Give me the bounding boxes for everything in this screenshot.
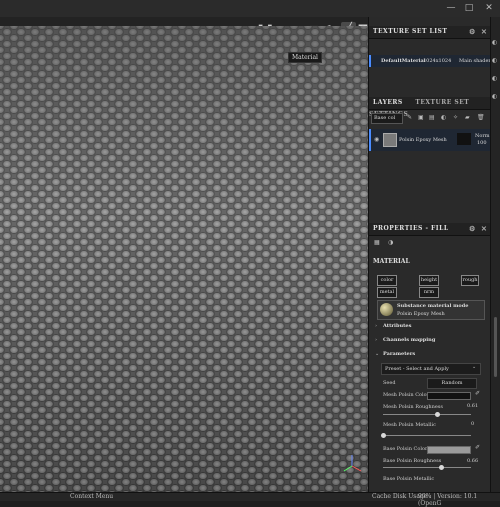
layers-header: LAYERS TEXTURE SET SETTINGS xyxy=(369,97,491,118)
texture-set-list-header: TEXTURE SET LIST ⚙ ✕ xyxy=(369,26,491,39)
chevron-right-icon[interactable]: › xyxy=(375,323,377,329)
version-label: 99% | Version: 10.1 (OpenG xyxy=(418,493,478,507)
substance-material-box[interactable]: Substance material mode Polsin Epoxy Mes… xyxy=(377,300,485,320)
blend-mode[interactable]: Norm xyxy=(475,133,490,139)
fill-tab-icon[interactable]: ▦ xyxy=(374,239,380,246)
fill-layer-icon[interactable]: ▤ xyxy=(429,114,435,121)
chip-metal[interactable]: metal xyxy=(377,287,397,298)
settings-icon[interactable]: ⚙ xyxy=(469,223,476,235)
scrollbar[interactable] xyxy=(494,317,497,377)
maximize-button[interactable]: □ xyxy=(462,2,476,14)
chevron-down-icon[interactable]: ⌄ xyxy=(375,351,379,357)
chip-rough[interactable]: rough xyxy=(461,275,479,286)
texture-set-item[interactable]: DefaultMaterial 1024x1024 Main shader xyxy=(369,55,493,67)
context-menu-label[interactable]: Context Menu xyxy=(70,493,113,500)
folder-icon[interactable]: ▰ xyxy=(465,114,470,121)
layers-toolbar: Base col ✎ ▣ ▤ ◐ ✧ ▰ 🗑 xyxy=(371,113,491,125)
mesh-metallic-slider[interactable] xyxy=(383,435,471,436)
slider-knob[interactable] xyxy=(439,465,445,470)
substance-title: Substance material mode xyxy=(397,303,469,309)
attributes-section[interactable]: Attributes xyxy=(383,323,411,329)
right-panel: TEXTURE SET LIST ⚙ ✕ DefaultMaterial 102… xyxy=(368,17,493,492)
channels-mapping-section[interactable]: Channels mapping xyxy=(383,337,435,343)
mesh-color-swatch[interactable] xyxy=(427,392,471,400)
dock-icon[interactable]: ◐ xyxy=(492,93,497,100)
seed-random-button[interactable]: Random xyxy=(427,378,477,389)
mesh-roughness-slider[interactable] xyxy=(383,414,471,415)
param-value[interactable]: 0.61 xyxy=(467,403,478,409)
settings-icon[interactable]: ⚙ xyxy=(469,26,476,38)
properties-title: PROPERTIES - FILL xyxy=(373,225,449,232)
substance-name: Polsin Epoxy Mesh xyxy=(397,311,445,317)
preset-select[interactable]: Preset - Select and Apply ⌄ xyxy=(381,363,481,375)
slider-knob[interactable] xyxy=(434,412,440,417)
material-tab-icon[interactable]: ◑ xyxy=(388,239,393,246)
minimize-button[interactable]: — xyxy=(444,2,458,14)
material-section-title: MATERIAL xyxy=(373,258,410,265)
delete-icon[interactable]: 🗑 xyxy=(477,114,485,121)
visibility-eye-icon[interactable]: ◉ xyxy=(374,136,379,143)
param-label: Mesh Polsin Roughness xyxy=(383,404,443,410)
properties-header: PROPERTIES - FILL ⚙ ✕ xyxy=(369,223,491,236)
texture-set-shader[interactable]: Main shader xyxy=(459,58,491,64)
chevron-down-icon: ⌄ xyxy=(472,364,477,370)
texture-set-name: DefaultMaterial xyxy=(381,58,426,64)
param-value[interactable]: 0 xyxy=(471,421,474,427)
dock-icon[interactable]: ◐ xyxy=(492,75,497,82)
texture-set-list-title: TEXTURE SET LIST xyxy=(373,28,448,35)
chevron-right-icon[interactable]: › xyxy=(375,337,377,343)
tooltip: Material xyxy=(288,52,322,63)
mask-thumbnail xyxy=(457,133,471,145)
slider-knob[interactable] xyxy=(381,433,386,438)
chip-height[interactable]: height xyxy=(419,275,439,286)
material-preview-icon xyxy=(380,303,393,316)
effect-icon[interactable]: ✧ xyxy=(453,114,458,121)
base-color-swatch[interactable] xyxy=(427,446,471,454)
mask-icon[interactable]: ◐ xyxy=(441,114,446,121)
dock-icon[interactable]: ◐ xyxy=(492,57,497,64)
side-toolbar: ◐ ◐ ◐ ◐ xyxy=(490,17,500,492)
brush-icon[interactable]: ✎ xyxy=(407,114,412,121)
param-label: Mesh Polsin Metallic xyxy=(383,422,436,428)
layer-opacity[interactable]: 100 xyxy=(477,140,487,146)
base-roughness-slider[interactable] xyxy=(383,467,471,468)
paint-layer-icon[interactable]: ▣ xyxy=(418,114,424,121)
layer-name[interactable]: Polsin Epoxy Mesh xyxy=(399,137,447,143)
preset-label: Preset - Select and Apply xyxy=(385,366,449,372)
param-value[interactable]: 0.66 xyxy=(467,458,478,464)
dock-icon[interactable]: ◐ xyxy=(492,39,497,46)
color-picker-icon[interactable]: ✐ xyxy=(475,390,480,397)
param-label: Base Polsin Color xyxy=(383,446,428,452)
channel-select[interactable]: Base col xyxy=(371,113,403,124)
window-title-bar: — □ ✕ xyxy=(0,0,500,18)
param-label: Mesh Polsin Color xyxy=(383,392,430,398)
param-label: Base Polsin Metallic xyxy=(383,476,435,482)
tab-layers[interactable]: LAYERS xyxy=(373,99,403,106)
close-window-button[interactable]: ✕ xyxy=(482,2,496,14)
chip-nrm[interactable]: nrm xyxy=(419,287,439,298)
close-icon[interactable]: ✕ xyxy=(481,26,487,38)
layer-thumbnail xyxy=(383,133,397,147)
seed-label: Seed xyxy=(383,380,396,386)
axis-gizmo-icon xyxy=(343,455,362,472)
texture-set-resolution: 1024x1024 xyxy=(423,58,452,64)
param-label: Base Polsin Roughness xyxy=(383,458,442,464)
layer-row[interactable]: ◉ Polsin Epoxy Mesh Norm 100 xyxy=(369,129,493,151)
close-icon[interactable]: ✕ xyxy=(481,223,487,235)
3d-viewport[interactable] xyxy=(0,26,368,492)
chip-color[interactable]: color xyxy=(377,275,397,286)
color-picker-icon[interactable]: ✐ xyxy=(475,444,480,451)
parameters-section[interactable]: Parameters xyxy=(383,351,415,357)
